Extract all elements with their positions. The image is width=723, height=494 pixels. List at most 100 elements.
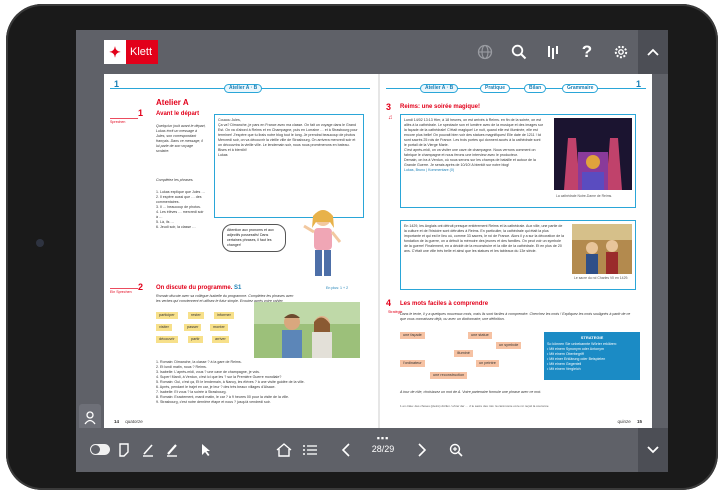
nav-item-a: A: [441, 85, 446, 91]
pen-icon[interactable]: [136, 428, 160, 472]
highlighter-icon[interactable]: [160, 428, 184, 472]
right-page-word: quinze: [617, 419, 631, 424]
word-chip: l'ordinateur: [400, 360, 425, 367]
bookmark-icon[interactable]: [536, 30, 570, 74]
next-page-icon[interactable]: [410, 428, 434, 472]
list-item: 6. Jeudi soir, la classe …: [156, 225, 196, 229]
blog-post-text: Lundi 14/02 13:13 Hier, à 18 heures, on …: [404, 118, 544, 173]
atelier-title: Atelier A: [156, 98, 189, 107]
en-plus-link[interactable]: En plus: 1 + 2: [326, 286, 348, 291]
dialogue-list: 1. Romain: Dimanche, la classe ? à la ga…: [156, 360, 366, 405]
app-screen: ✦ Klett ? 1 Atelier A · B Atelier A · B …: [76, 30, 668, 472]
tip-bubble: Attention aux pronoms et aux adjectifs p…: [222, 224, 286, 252]
couple-photo: [254, 302, 360, 358]
toggle-switch[interactable]: [90, 444, 110, 455]
exercise-1-intro: Quelqu'un jouit avant le départ, Lukas é…: [156, 124, 206, 154]
nav-item-grammaire: Grammaire: [567, 85, 594, 91]
history-text: En 1429, les Anglais ont détruit presque…: [404, 224, 565, 253]
list-item: 2. Il espère aussi que … des commentaire…: [156, 195, 202, 204]
left-page-number: 14: [114, 419, 120, 424]
verb-chip: partir: [188, 336, 203, 343]
margin-tag-1: Sprechen: [110, 120, 126, 124]
nav-pill-atelier-left[interactable]: Atelier A · B: [224, 84, 263, 93]
nav-pill-bilan[interactable]: Bilan: [524, 84, 547, 93]
globe-icon[interactable]: [468, 30, 502, 74]
verb-chip: visiter: [156, 324, 172, 331]
exercise-2-number: 2: [138, 282, 144, 292]
page-indicator[interactable]: ▪▪▪ 28/29: [368, 434, 398, 455]
exercise-1-intro-text: Quelqu'un jouit avant le départ, Lukas é…: [156, 124, 206, 153]
pages-grid-icon: ▪▪▪: [376, 433, 390, 443]
left-rail: [76, 74, 104, 434]
nav-pill-letter: A: [245, 85, 250, 91]
coronation-caption: Le sacre du roi Charles VII en 1429.: [574, 276, 629, 280]
exercise-4b-text: A tour de rôle, choisissez un mot de A. …: [400, 390, 542, 394]
verb-chip: arriver: [212, 336, 229, 343]
word-chip: un symbole: [496, 342, 522, 349]
book-spread: 1 Atelier A · B Atelier A · B Pratique B…: [104, 74, 652, 428]
margin-tag-2: Ein Sprechen: [110, 290, 132, 294]
left-page-word: quatorze: [125, 419, 143, 424]
nav-item-atelier: Atelier: [425, 85, 441, 91]
gear-icon[interactable]: [604, 30, 638, 74]
nav-pill-pratique[interactable]: Pratique: [480, 84, 511, 93]
letter-line: Lukas: [218, 153, 228, 157]
home-icon[interactable]: [272, 428, 296, 472]
exercise-1-number: 1: [138, 108, 144, 118]
right-page-footer: quinze 15: [617, 419, 642, 424]
search-icon[interactable]: [502, 30, 536, 74]
word-chip: une reconstruction: [430, 372, 468, 379]
klett-logo: ✦ Klett: [104, 40, 158, 64]
strategy-title: STRATEGIE: [580, 335, 604, 340]
letter-line: Mercredi soir, on va découvrir la vieill…: [218, 138, 356, 147]
verb-chip: découvrir: [156, 336, 178, 343]
verb-chip: rester: [188, 312, 204, 319]
dialogue-line: 9. Strasbourg, c'est notre dernière étap…: [156, 400, 271, 404]
audio-icon[interactable]: ♫: [388, 115, 393, 121]
exercise-4-intro-text: Dans le texte, il y a quelques nouveaux …: [400, 312, 631, 321]
exercise-2-tag: S1: [234, 285, 242, 291]
exercise-3-number: 3: [386, 102, 392, 112]
blog-footer: Lukas, Bruno | Kommentare (0): [404, 168, 455, 172]
chevron-up-icon[interactable]: [638, 30, 668, 74]
klett-logo-text: Klett: [130, 46, 153, 58]
exercise-1-instruction-text: Complétez les phrases.: [156, 178, 194, 182]
exercise-1-list: 1. Lukas explique que Jules … 2. Il espè…: [156, 190, 206, 230]
nav-pill-grammaire[interactable]: Grammaire: [562, 84, 599, 93]
home-button: [36, 239, 44, 247]
left-page-footer: 14 quatorze: [114, 419, 143, 424]
blog-paragraph: Lundi 14/02 13:13 Hier, à 18 heures, on …: [404, 118, 544, 147]
footnote: 1 en citée: des choses (pleins) dürfen /…: [400, 404, 549, 408]
toc-icon[interactable]: [298, 428, 322, 472]
note-icon[interactable]: [112, 428, 136, 472]
strategy-box: STRATEGIE So können Sie unbekannte Wörte…: [544, 332, 640, 380]
nav-pill-atelier-right[interactable]: Atelier A · B: [420, 84, 459, 93]
verb-chip: participer: [156, 312, 178, 319]
page-indicator-text: 28/29: [371, 444, 395, 454]
right-chapter-number: 1: [636, 79, 642, 89]
pointer-icon[interactable]: [194, 428, 218, 472]
letter-text: Coucou Jules, Ça va? Dimanche, je pars e…: [218, 118, 360, 158]
list-item: 4. Les élèves … mercredi soir à …: [156, 210, 204, 219]
exercise-4-intro: Dans le texte, il y a quelques nouveaux …: [400, 312, 636, 322]
strategy-line: • Mit einem Vergleich: [547, 367, 581, 371]
help-label: ?: [581, 42, 593, 61]
exercise-4b: A tour de rôle, choisissez un mot de A. …: [400, 390, 636, 395]
exercise-1-title: Avant le départ: [156, 111, 200, 117]
chevron-down-icon[interactable]: [638, 428, 668, 472]
book-gutter: [378, 74, 380, 428]
zoom-in-icon[interactable]: [444, 428, 468, 472]
coronation-painting: [572, 224, 632, 274]
margin-rule-1: [110, 118, 138, 119]
cathedral-caption: La cathédrale Notre-Dame de Reims.: [556, 194, 613, 198]
nav-item-pratique: Pratique: [485, 85, 506, 91]
prev-page-icon[interactable]: [334, 428, 358, 472]
top-toolbar: ✦ Klett ?: [76, 30, 668, 74]
cathedral-photo: [554, 118, 632, 190]
word-chip: un peintre: [476, 360, 499, 367]
help-icon[interactable]: ?: [570, 30, 604, 74]
verb-chip: passer: [184, 324, 202, 331]
nav-pill-next-letter: B: [253, 85, 258, 91]
exercise-2-title-text: On discute du programme.: [156, 285, 233, 291]
verb-chip: monter: [210, 324, 228, 331]
